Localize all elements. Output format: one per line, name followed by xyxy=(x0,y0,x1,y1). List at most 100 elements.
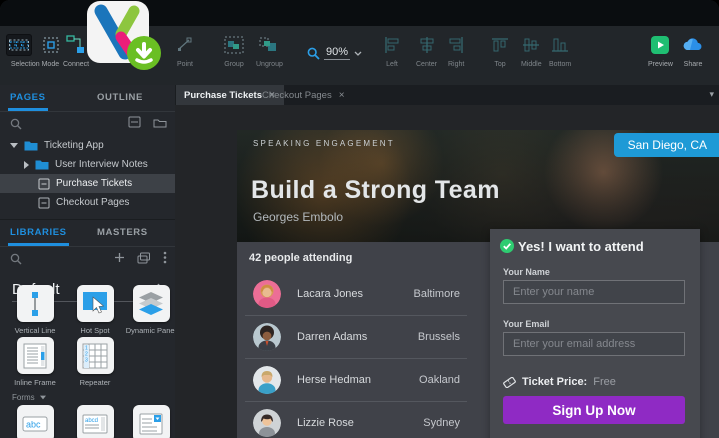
ungroup-icon xyxy=(259,34,279,56)
attendee-row[interactable]: Lizzie Rose Sydney xyxy=(245,401,467,438)
group-icon xyxy=(224,34,244,56)
align-bottom-button[interactable]: Bottom xyxy=(549,34,571,68)
attendee-city: Brussels xyxy=(418,331,460,343)
pages-search-row xyxy=(0,112,175,136)
widget-droplist[interactable] xyxy=(122,405,180,438)
ungroup-button[interactable]: Ungroup xyxy=(256,34,283,68)
sign-up-button[interactable]: Sign Up Now xyxy=(503,396,685,424)
new-folder-icon[interactable] xyxy=(153,117,167,128)
email-field-label: Your Email xyxy=(503,319,549,329)
selection-mode-button[interactable]: Selection Mode xyxy=(6,34,64,68)
connect-button[interactable]: Connect xyxy=(63,34,89,68)
add-library-icon[interactable] xyxy=(114,252,125,263)
align-right-label: Right xyxy=(448,61,464,68)
tree-item-checkout-pages[interactable]: Checkout Pages xyxy=(0,193,175,212)
tree-item-user-interview-notes[interactable]: User Interview Notes xyxy=(0,155,175,174)
widget-dynamic-panel[interactable]: Dynamic Panel xyxy=(122,285,180,335)
ungroup-label: Ungroup xyxy=(256,61,283,68)
attendee-row[interactable]: Herse Hedman Oakland xyxy=(245,358,467,402)
zoom-control[interactable]: 90% xyxy=(307,46,362,60)
tab-overflow-chevron-icon[interactable]: ▾ xyxy=(709,89,714,100)
prototype-page[interactable]: SPEAKING ENGAGEMENT Build a Strong Team … xyxy=(237,130,719,438)
align-middle-icon xyxy=(522,34,540,56)
align-left-label: Left xyxy=(386,61,398,68)
attendee-city: Oakland xyxy=(419,374,460,386)
attendee-city: Baltimore xyxy=(414,288,460,300)
location-badge: San Diego, CA xyxy=(614,133,719,157)
tab-checkout-pages[interactable]: Checkout Pages × xyxy=(253,85,354,105)
avatar xyxy=(253,280,281,308)
widget-text-area[interactable]: abcd xyxy=(66,405,124,438)
search-icon[interactable] xyxy=(10,253,22,265)
selection-mode-icons xyxy=(6,34,64,56)
new-page-icon[interactable] xyxy=(128,116,141,128)
preview-button[interactable]: Preview xyxy=(648,34,673,68)
text-area-icon: abcd xyxy=(77,405,114,438)
align-right-button[interactable]: Right xyxy=(448,34,464,68)
point-button[interactable]: Point xyxy=(176,34,194,68)
group-button[interactable]: Group xyxy=(224,34,244,68)
design-canvas[interactable]: SPEAKING ENGAGEMENT Build a Strong Team … xyxy=(175,105,719,438)
align-left-button[interactable]: Left xyxy=(384,34,400,68)
align-bottom-icon xyxy=(551,34,569,56)
caret-right-icon[interactable] xyxy=(24,161,29,169)
axure-app-window: Selection Mode Connect Point xyxy=(0,0,719,438)
zoom-chevron-down-icon xyxy=(354,51,362,56)
page-icon xyxy=(38,178,50,190)
share-button[interactable]: Share xyxy=(681,34,705,68)
widget-vertical-line[interactable]: Vertical Line xyxy=(6,285,64,335)
align-center-button[interactable]: Center xyxy=(416,34,437,68)
attendee-row[interactable]: Darren Adams Brussels xyxy=(245,315,467,359)
attendee-name: Lacara Jones xyxy=(297,288,363,300)
tab-masters[interactable]: MASTERS xyxy=(97,220,148,246)
hero-title: Build a Strong Team xyxy=(251,176,500,205)
page-tabbar: Purchase Tickets × Checkout Pages × ▾ xyxy=(175,85,719,105)
widget-hot-spot[interactable]: Hot Spot xyxy=(66,285,124,335)
more-options-kebab-icon[interactable] xyxy=(163,251,167,264)
selection-intersect-icon[interactable] xyxy=(6,34,32,56)
dynamic-panel-icon xyxy=(133,285,170,322)
svg-text:abcd: abcd xyxy=(85,418,98,424)
hero-speaker-name: Georges Embolo xyxy=(253,210,343,224)
align-middle-button[interactable]: Middle xyxy=(521,34,542,68)
tab-pages[interactable]: PAGES xyxy=(10,85,46,111)
name-input[interactable] xyxy=(503,280,685,304)
tab-close-icon[interactable]: × xyxy=(339,90,345,101)
attendee-count: 42 people attending xyxy=(249,252,352,264)
tree-item-ticketing-app[interactable]: Ticketing App xyxy=(0,136,175,155)
tab-outline[interactable]: OUTLINE xyxy=(97,85,143,111)
align-top-button[interactable]: Top xyxy=(491,34,509,68)
search-icon[interactable] xyxy=(10,118,22,130)
attendee-name: Darren Adams xyxy=(297,331,367,343)
download-badge-icon xyxy=(127,36,161,70)
widget-label: Inline Frame xyxy=(14,378,56,387)
align-right-icon xyxy=(448,34,464,56)
align-top-icon xyxy=(491,34,509,56)
form-title: Yes! I want to attend xyxy=(518,239,644,254)
tab-label: Purchase Tickets xyxy=(184,90,262,101)
pages-panel-tabs: PAGES OUTLINE xyxy=(0,85,175,112)
hot-spot-icon xyxy=(77,285,114,322)
attendee-row[interactable]: Lacara Jones Baltimore xyxy=(245,272,467,316)
widget-repeater[interactable]: 1 2 3 Repeater xyxy=(66,337,124,387)
tab-libraries[interactable]: LIBRARIES xyxy=(10,220,67,246)
axure-logo-overlay xyxy=(87,1,149,63)
hero-section: SPEAKING ENGAGEMENT Build a Strong Team … xyxy=(237,130,719,242)
tree-item-label: Checkout Pages xyxy=(56,197,129,208)
caret-down-icon xyxy=(40,396,46,400)
stacked-panels-icon[interactable] xyxy=(137,252,151,264)
forms-section-label: Forms xyxy=(12,393,35,402)
zoom-value[interactable]: 90% xyxy=(324,46,350,60)
widget-text-field[interactable]: abc xyxy=(6,405,64,438)
caret-down-icon[interactable] xyxy=(10,143,18,148)
selection-contain-icon[interactable] xyxy=(38,34,64,56)
tab-label: Checkout Pages xyxy=(262,90,332,101)
email-input[interactable] xyxy=(503,332,685,356)
attendees-section: 42 people attending Sort by City Lacara … xyxy=(237,242,719,438)
hero-eyebrow: SPEAKING ENGAGEMENT xyxy=(253,139,395,148)
align-left-icon xyxy=(384,34,400,56)
widget-inline-frame[interactable]: Inline Frame xyxy=(6,337,64,387)
signup-form-card: Yes! I want to attend Your Name Your Ema… xyxy=(490,229,700,438)
tree-item-purchase-tickets[interactable]: Purchase Tickets xyxy=(0,174,175,193)
forms-section-header[interactable]: Forms xyxy=(12,393,47,402)
